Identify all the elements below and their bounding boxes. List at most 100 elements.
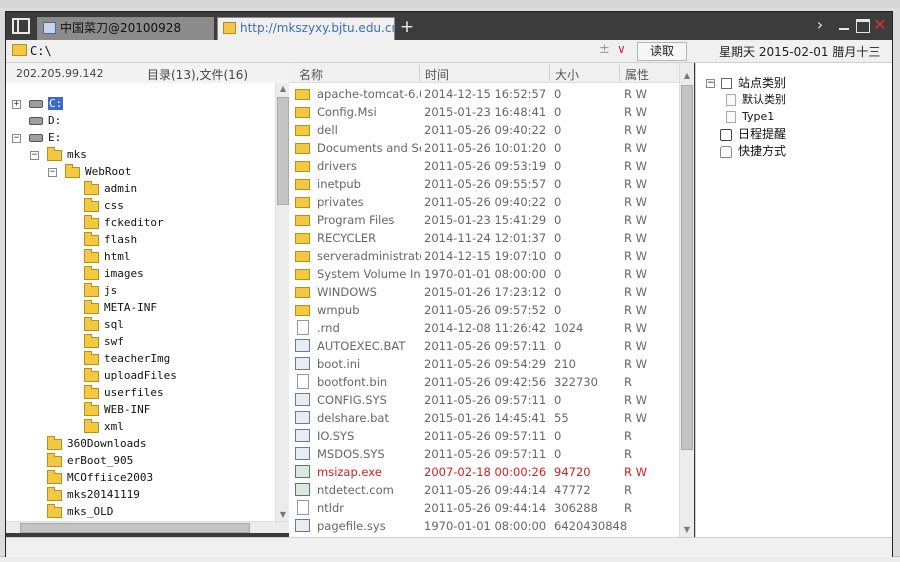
tree-node[interactable]: D: [12, 112, 61, 129]
tree-node[interactable]: uploadFiles [84, 367, 177, 384]
file-row[interactable]: inetpub 2011-05-26 09:55:57 0 R W [289, 175, 679, 193]
file-attr: R W [624, 123, 648, 137]
column-time[interactable]: 时间 [425, 66, 449, 83]
column-size[interactable]: 大小 [555, 66, 579, 83]
expand-toggle-icon[interactable]: − [30, 150, 39, 160]
file-row[interactable]: Config.Msi 2015-01-23 16:48:41 0 R W [289, 103, 679, 121]
file-row[interactable]: Program Files 2015-01-23 15:41:29 0 R W [289, 211, 679, 229]
close-button[interactable]: ✕ [872, 16, 888, 34]
file-row[interactable]: WINDOWS 2015-01-26 17:23:12 0 R W [289, 283, 679, 301]
checkbox-icon[interactable] [721, 78, 732, 89]
file-row[interactable]: privates 2011-05-26 09:40:22 0 R W [289, 193, 679, 211]
tab-caidao[interactable]: 中国菜刀@20100928 [37, 17, 214, 40]
category-node[interactable]: Type1 [726, 108, 774, 125]
panel-layout-icon[interactable] [12, 18, 30, 34]
tree-node[interactable]: − E: [12, 129, 61, 146]
tree-node[interactable]: erBoot_905 [30, 452, 133, 469]
tree-node[interactable]: js [84, 282, 117, 299]
tree-node[interactable]: 360Downloads [30, 435, 146, 452]
column-attr[interactable]: 属性 [625, 66, 649, 83]
file-row[interactable]: ntdetect.com 2011-05-26 09:44:14 47772 R [289, 481, 679, 499]
file-name: MSDOS.SYS [317, 447, 385, 461]
tree-node[interactable]: swf [84, 333, 124, 350]
scroll-down-icon[interactable]: ▼ [276, 509, 290, 521]
file-row[interactable]: AUTOEXEC.BAT 2011-05-26 09:57:11 0 R W [289, 337, 679, 355]
read-button[interactable]: 读取 [637, 42, 687, 61]
file-attr: R [624, 375, 632, 389]
scroll-up-icon[interactable]: ▲ [680, 71, 694, 83]
tree-node[interactable]: sql [84, 316, 124, 333]
folder-icon [84, 248, 99, 263]
file-row[interactable]: apache-tomcat-6.0.322014-12-15 16:52:57 0… [289, 85, 679, 103]
file-row[interactable]: serveradministrator 2014-12-15 19:07:10 0 R… [289, 247, 679, 265]
scroll-down-icon[interactable]: ▼ [680, 525, 694, 537]
tree-node[interactable]: userfiles [84, 384, 164, 401]
file-row[interactable]: wmpub 2011-05-26 09:57:52 0 R W [289, 301, 679, 319]
file-row[interactable]: drivers 2011-05-26 09:53:19 0 R W [289, 157, 679, 175]
category-node[interactable]: − 站点类别 [706, 75, 786, 92]
tree-node[interactable]: fckeditor [84, 214, 164, 231]
file-row[interactable]: Documents and Settings2011-05-26 10:01:2… [289, 139, 679, 157]
folder-icon [84, 418, 99, 433]
tree-node[interactable]: xml [84, 418, 124, 435]
tree-node[interactable]: mks_OLD [30, 503, 113, 520]
tree-node[interactable]: css [84, 197, 124, 214]
file-row[interactable]: MSDOS.SYS 2011-05-26 09:57:11 0 R [289, 445, 679, 463]
file-size: 6420430848 [554, 519, 628, 533]
expand-toggle-icon[interactable]: − [706, 79, 715, 88]
tree-horizontal-scrollbar[interactable] [6, 521, 289, 533]
category-node[interactable]: 快捷方式 [720, 143, 786, 160]
tree-vertical-scrollbar[interactable]: ▲ ▼ [275, 83, 289, 521]
file-size: 0 [554, 159, 562, 173]
file-row[interactable]: boot.ini 2011-05-26 09:54:29 210 R W [289, 355, 679, 373]
column-name[interactable]: 名称 [299, 66, 323, 83]
minimize-button[interactable] [836, 16, 852, 34]
plus-minus-icon[interactable]: ± [599, 42, 610, 57]
file-time: 2015-01-26 14:45:41 [424, 411, 547, 425]
tree-node[interactable]: WEB-INF [84, 401, 150, 418]
folder-icon [84, 299, 99, 314]
tree-node[interactable]: flash [84, 231, 137, 248]
scroll-thumb[interactable] [681, 85, 693, 450]
maximize-button[interactable] [854, 16, 870, 34]
chevron-down-icon[interactable]: ∨ [617, 42, 626, 56]
file-list-scrollbar[interactable]: ▲ ▼ [679, 63, 694, 537]
new-tab-button[interactable]: + [399, 17, 415, 37]
tree-node[interactable]: admin [84, 180, 137, 197]
tree-node[interactable]: teacherImg [84, 350, 170, 367]
executable-icon [295, 465, 310, 478]
file-row[interactable]: IO.SYS 2011-05-26 09:57:11 0 R [289, 427, 679, 445]
file-row[interactable]: bootfont.bin 2011-05-26 09:42:56 322730 R [289, 373, 679, 391]
file-row[interactable]: pagefile.sys 1970-01-01 08:00:00 642043084… [289, 517, 679, 535]
file-row[interactable]: dell 2011-05-26 09:40:22 0 R W [289, 121, 679, 139]
tree-node[interactable]: html [84, 248, 131, 265]
tree-node[interactable]: META-INF [84, 299, 157, 316]
file-row[interactable]: msizap.exe 2007-02-18 00:00:26 94720 R W [289, 463, 679, 481]
tree-node[interactable]: MCOffiice2003 [30, 469, 153, 486]
scroll-thumb[interactable] [277, 97, 289, 205]
tree-node[interactable]: mks20141119 [30, 486, 140, 503]
tree-node[interactable]: images [84, 265, 144, 282]
tree-node-label: D: [48, 114, 62, 127]
path-input[interactable] [30, 42, 634, 60]
file-row[interactable]: System Volume Information1970-01-01 08:0… [289, 265, 679, 283]
tree-node[interactable]: − mks [30, 146, 87, 163]
file-row[interactable]: RECYCLER 2014-11-24 12:01:37 0 R W [289, 229, 679, 247]
server-info-bar: 202.205.99.142 目录(13),文件(16) [6, 63, 289, 83]
tab-site-url[interactable]: http://mkszyxy.bjtu.edu.cn/b... [217, 17, 395, 40]
file-row[interactable]: ntldr 2011-05-26 09:44:14 306288 R [289, 499, 679, 517]
category-node[interactable]: 日程提醒 [720, 126, 786, 143]
file-row[interactable]: CONFIG.SYS 2011-05-26 09:57:11 0 R W [289, 391, 679, 409]
expand-toggle-icon[interactable]: − [48, 167, 57, 177]
expand-toggle-icon[interactable]: − [12, 133, 21, 143]
expand-toggle-icon[interactable]: + [12, 99, 21, 109]
scroll-up-icon[interactable]: ▲ [276, 83, 290, 95]
file-attr: R W [624, 159, 648, 173]
file-row[interactable]: .rnd 2014-12-08 11:26:42 1024 R W [289, 319, 679, 337]
file-row[interactable]: delshare.bat 2015-01-26 14:45:41 55 R W [289, 409, 679, 427]
category-node[interactable]: 默认类别 [726, 91, 786, 108]
tree-node[interactable]: − WebRoot [48, 163, 131, 180]
chevron-right-icon[interactable]: › [812, 16, 828, 34]
scroll-thumb[interactable] [20, 523, 250, 533]
tree-node[interactable]: + C: [12, 95, 64, 112]
